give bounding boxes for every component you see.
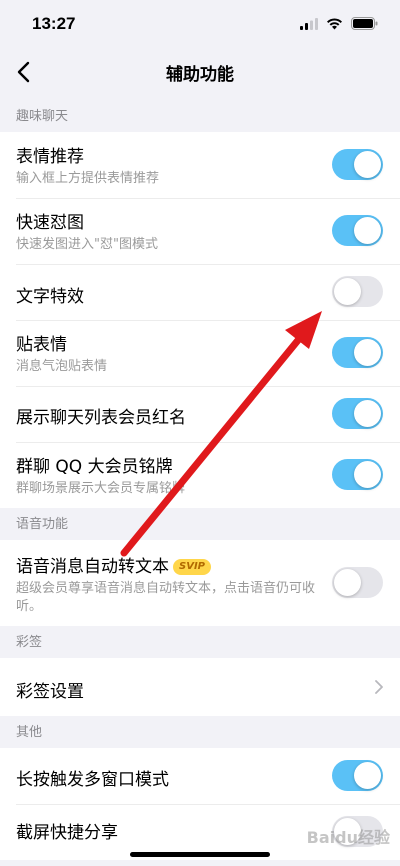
toggle-group-vip-badge[interactable]	[332, 459, 383, 490]
row-subtitle: 超级会员尊享语音消息自动转文本，点击语音仍可收听。	[16, 581, 316, 614]
section-header-other: 其他	[16, 725, 43, 740]
toggle-knob	[354, 339, 381, 366]
toggle-knob	[354, 151, 381, 178]
toggle-multi-window[interactable]	[332, 760, 383, 791]
row-voice-to-text[interactable]: 语音消息自动转文本 SVIP 超级会员尊享语音消息自动转文本，点击语音仍可收听。	[0, 540, 400, 626]
toggle-knob	[354, 461, 381, 488]
section-header-caiqian: 彩签	[16, 635, 43, 650]
toggle-knob	[334, 278, 361, 305]
signal-icon	[300, 17, 318, 30]
settings-content: 趣味聊天 表情推荐 输入框上方提供表情推荐 快速怼图 快速发图进入"怼"图模式 …	[0, 100, 400, 860]
row-subtitle: 快速发图进入"怼"图模式	[16, 237, 158, 252]
row-title: 快速怼图	[16, 213, 84, 233]
row-title: 彩签设置	[16, 682, 84, 702]
row-quick-meme[interactable]: 快速怼图 快速发图进入"怼"图模式	[0, 198, 400, 264]
toggle-quick-meme[interactable]	[332, 215, 383, 246]
row-title: 展示聊天列表会员红名	[16, 408, 186, 428]
row-group-vip-badge[interactable]: 群聊 QQ 大会员铭牌 群聊场景展示大会员专属铭牌	[0, 442, 400, 508]
row-title: 表情推荐	[16, 147, 84, 167]
section-header-voice: 语音功能	[16, 517, 69, 532]
toggle-vip-red-name[interactable]	[332, 398, 383, 429]
row-title: 文字特效	[16, 287, 84, 307]
toggle-emoji-recommend[interactable]	[332, 149, 383, 180]
row-title: 贴表情	[16, 335, 67, 355]
row-subtitle: 输入框上方提供表情推荐	[16, 171, 160, 186]
status-icons	[300, 17, 378, 30]
row-text-effects[interactable]: 文字特效	[0, 264, 400, 320]
toggle-knob	[354, 217, 381, 244]
toggle-knob	[354, 400, 381, 427]
chevron-right-icon	[375, 680, 383, 694]
row-title-text: 语音消息自动转文本	[16, 557, 169, 577]
row-title: 语音消息自动转文本 SVIP	[16, 552, 211, 577]
row-vip-red-name[interactable]: 展示聊天列表会员红名	[0, 386, 400, 442]
toggle-knob	[354, 762, 381, 789]
section-header-fun-chat: 趣味聊天	[16, 109, 69, 124]
row-emoji-recommend[interactable]: 表情推荐 输入框上方提供表情推荐	[0, 132, 400, 198]
svip-badge: SVIP	[173, 559, 211, 575]
row-caiqian-settings[interactable]: 彩签设置	[0, 658, 400, 716]
toggle-voice-to-text[interactable]	[332, 567, 383, 598]
watermark: Baidu经验	[306, 828, 390, 847]
row-title: 群聊 QQ 大会员铭牌	[16, 457, 173, 477]
wifi-icon	[327, 17, 342, 29]
fun-chat-group: 表情推荐 输入框上方提供表情推荐 快速怼图 快速发图进入"怼"图模式 文字特效 …	[0, 132, 400, 508]
battery-icon	[351, 17, 378, 30]
toggle-knob	[334, 569, 361, 596]
row-subtitle: 消息气泡贴表情	[16, 359, 108, 374]
row-multi-window[interactable]: 长按触发多窗口模式	[0, 748, 400, 804]
home-indicator[interactable]	[130, 852, 270, 857]
caiqian-group: 彩签设置	[0, 658, 400, 716]
page-title: 辅助功能	[166, 65, 234, 85]
status-time: 13:27	[32, 14, 76, 33]
toggle-sticker-reaction[interactable]	[332, 337, 383, 368]
nav-bar: 辅助功能	[0, 50, 400, 94]
row-subtitle: 群聊场景展示大会员专属铭牌	[16, 481, 186, 496]
row-sticker-reaction[interactable]: 贴表情 消息气泡贴表情	[0, 320, 400, 386]
voice-group: 语音消息自动转文本 SVIP 超级会员尊享语音消息自动转文本，点击语音仍可收听。	[0, 540, 400, 626]
status-bar: 13:27	[0, 0, 400, 50]
toggle-text-effects[interactable]	[332, 276, 383, 307]
row-title: 长按触发多窗口模式	[16, 770, 169, 790]
row-title: 截屏快捷分享	[16, 823, 118, 843]
